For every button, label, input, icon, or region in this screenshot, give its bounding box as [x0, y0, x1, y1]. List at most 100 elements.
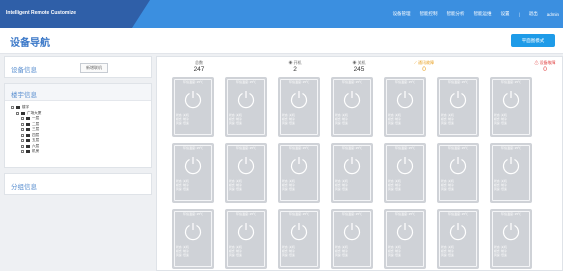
device-card[interactable]: 环境温度: 25℃ 状态: 关机 模式: 制冷 风速: 低速	[172, 143, 214, 203]
tree-toggle-icon[interactable]	[21, 128, 24, 132]
floor-plan-mode-button[interactable]: 平面图模式	[511, 34, 555, 47]
power-button-icon[interactable]	[183, 221, 203, 241]
tree-toggle-icon[interactable]	[21, 144, 24, 148]
device-card[interactable]: 环境温度: 25℃ 状态: 关机 模式: 制冷 风速: 低速	[278, 143, 320, 203]
device-card[interactable]: 环境温度: 25℃ 状态: 关机 模式: 制冷 风速: 低速	[437, 143, 479, 203]
card-temperature: 环境温度: 25℃	[394, 212, 415, 216]
power-button-icon[interactable]	[236, 89, 256, 109]
power-button-icon[interactable]	[342, 89, 362, 109]
stat-on[interactable]: ◉ 开机 2	[263, 60, 327, 73]
stat-label-text: 开机	[293, 60, 302, 65]
stat-off[interactable]: ◉ 关机 245	[327, 60, 391, 73]
device-card[interactable]: 环境温度: 25℃ 状态: 关机 模式: 制冷 风速: 低速	[490, 143, 532, 203]
tree-node[interactable]: 机房	[11, 149, 145, 155]
power-button-icon[interactable]	[501, 89, 521, 109]
device-card[interactable]: 环境温度: 25℃ 状态: 关机 模式: 制冷 风速: 低速	[225, 209, 267, 269]
stat-value: 0	[543, 66, 547, 73]
nav-settings[interactable]: 设置	[501, 11, 510, 17]
power-button-icon[interactable]	[183, 89, 203, 109]
card-info-line: 风速: 低速	[388, 186, 401, 191]
card-temperature: 环境温度: 25℃	[235, 146, 256, 150]
device-info-panel: 设备信息 新增联机	[4, 56, 152, 78]
tree-toggle-icon[interactable]	[21, 139, 24, 143]
tree-toggle-icon[interactable]	[16, 111, 19, 115]
card-temperature: 环境温度: 25℃	[447, 80, 468, 84]
tree-toggle-icon[interactable]	[21, 150, 24, 154]
device-card[interactable]: 环境温度: 25℃ 状态: 关机 模式: 制冷 风速: 低速	[331, 209, 373, 269]
group-info-panel[interactable]: 分组信息	[4, 173, 152, 195]
device-card[interactable]: 环境温度: 25℃ 状态: 关机 模式: 制冷 风速: 低速	[437, 209, 479, 269]
card-temperature: 环境温度: 25℃	[182, 80, 203, 84]
device-card[interactable]: 环境温度: 25℃ 状态: 关机 模式: 制冷 风速: 低速	[331, 77, 373, 137]
tree-node-label: 二层	[32, 121, 40, 126]
power-button-icon[interactable]	[395, 89, 415, 109]
power-button-icon[interactable]	[395, 221, 415, 241]
stat-label-text: 设备故障	[539, 60, 556, 65]
device-card[interactable]: 环境温度: 25℃ 状态: 关机 模式: 制冷 风速: 低速	[384, 143, 426, 203]
power-button-icon[interactable]	[236, 221, 256, 241]
device-card[interactable]: 环境温度: 25℃ 状态: 关机 模式: 制冷 风速: 低速	[172, 209, 214, 269]
nav-separator: |	[518, 11, 520, 17]
device-card[interactable]: 环境温度: 25℃ 状态: 关机 模式: 制冷 风速: 低速	[278, 209, 320, 269]
nav-user[interactable]: admin	[547, 12, 559, 17]
card-info: 状态: 关机 模式: 制冷 风速: 低速	[282, 245, 295, 257]
stat-label-text: 总数	[195, 60, 203, 65]
tree-node-label: 机房	[32, 149, 40, 154]
power-button-icon[interactable]	[501, 155, 521, 175]
device-card[interactable]: 环境温度: 25℃ 状态: 关机 模式: 制冷 风速: 低速	[490, 77, 532, 137]
card-info: 状态: 关机 模式: 制冷 风速: 低速	[388, 245, 401, 257]
power-button-icon[interactable]	[448, 221, 468, 241]
power-button-icon[interactable]	[448, 155, 468, 175]
power-button-icon[interactable]	[289, 221, 309, 241]
stat-value: 2	[293, 66, 297, 73]
nav-device-management[interactable]: 设备管理	[393, 11, 411, 17]
stat-total[interactable]: 总数 247	[167, 60, 231, 73]
building-info-title: 楼宇信息	[5, 84, 151, 101]
power-button-icon[interactable]	[395, 155, 415, 175]
tree-toggle-icon[interactable]	[11, 106, 14, 110]
card-temperature: 环境温度: 25℃	[182, 212, 203, 216]
device-card[interactable]: 环境温度: 25℃ 状态: 关机 模式: 制冷 风速: 低速	[172, 77, 214, 137]
stat-label-text: 关机	[357, 60, 366, 65]
folder-icon	[26, 139, 30, 143]
tree-node-label: 五层	[32, 138, 40, 143]
device-card[interactable]: 环境温度: 25℃ 状态: 关机 模式: 制冷 风速: 低速	[278, 77, 320, 137]
stat-alarm[interactable]: ⚠ 设备故障 0	[513, 60, 563, 73]
device-card[interactable]: 环境温度: 25℃ 状态: 关机 模式: 制冷 风速: 低速	[384, 209, 426, 269]
card-info-line: 风速: 低速	[282, 252, 295, 257]
nav-smart-analysis[interactable]: 智能分析	[447, 11, 465, 17]
stat-value: 247	[193, 66, 205, 73]
tree-toggle-icon[interactable]	[21, 122, 24, 126]
top-bar: Intelligent Remote Customize 设备管理 智能控制 智…	[0, 0, 563, 28]
folder-icon	[26, 128, 30, 132]
power-button-icon[interactable]	[289, 155, 309, 175]
card-info-line: 风速: 低速	[388, 120, 401, 125]
device-card[interactable]: 环境温度: 25℃ 状态: 关机 模式: 制冷 风速: 低速	[331, 143, 373, 203]
device-card[interactable]: 环境温度: 25℃ 状态: 关机 模式: 制冷 风速: 低速	[225, 77, 267, 137]
building-info-panel: 楼宇信息 楼宇 广场大厦 一层 二层 三层 四层 五层 六层 机房	[4, 83, 152, 168]
power-button-icon[interactable]	[342, 221, 362, 241]
power-button-icon[interactable]	[342, 155, 362, 175]
power-button-icon[interactable]	[289, 89, 309, 109]
device-card[interactable]: 环境温度: 25℃ 状态: 关机 模式: 制冷 风速: 低速	[437, 77, 479, 137]
card-temperature: 环境温度: 25℃	[394, 146, 415, 150]
add-connection-button[interactable]: 新增联机	[80, 63, 108, 73]
power-button-icon[interactable]	[501, 221, 521, 241]
card-info: 状态: 关机 模式: 制冷 风速: 低速	[335, 179, 348, 191]
device-card[interactable]: 环境温度: 25℃ 状态: 关机 模式: 制冷 风速: 低速	[490, 209, 532, 269]
nav-smart-maintenance[interactable]: 智能运维	[474, 11, 492, 17]
power-button-icon[interactable]	[236, 155, 256, 175]
device-card[interactable]: 环境温度: 25℃ 状态: 关机 模式: 制冷 风速: 低速	[225, 143, 267, 203]
tree-toggle-icon[interactable]	[21, 133, 24, 137]
card-info: 状态: 关机 模式: 制冷 风速: 低速	[494, 113, 507, 125]
nav-logout[interactable]: 退出	[529, 11, 538, 17]
card-temperature: 环境温度: 25℃	[235, 80, 256, 84]
device-card[interactable]: 环境温度: 25℃ 状态: 关机 模式: 制冷 风速: 低速	[384, 77, 426, 137]
power-button-icon[interactable]	[448, 89, 468, 109]
stat-warn[interactable]: ⟋ 通讯故障 0	[392, 60, 456, 73]
card-info-line: 风速: 低速	[176, 252, 189, 257]
power-button-icon[interactable]	[183, 155, 203, 175]
card-info: 状态: 关机 模式: 制冷 风速: 低速	[176, 245, 189, 257]
tree-toggle-icon[interactable]	[21, 117, 24, 121]
nav-smart-control[interactable]: 智能控制	[420, 11, 438, 17]
